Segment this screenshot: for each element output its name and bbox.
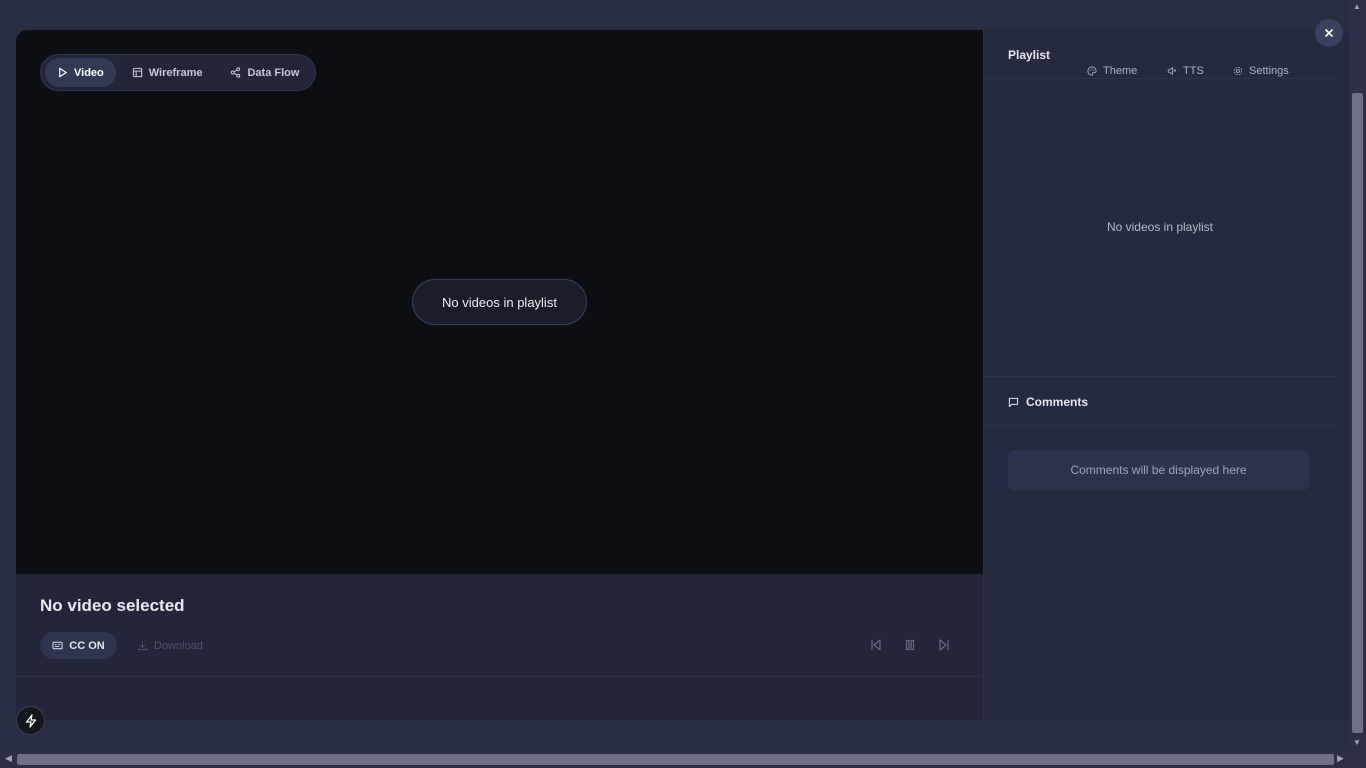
horizontal-scroll-thumb[interactable] [17,754,1334,765]
layout-icon [132,67,142,78]
tab-video-label: Video [74,66,104,79]
skip-forward-icon[interactable] [937,638,951,652]
tab-theme-label: Theme [1103,65,1138,77]
play-icon [59,67,67,78]
share-icon [231,67,241,78]
view-tabs: Video Wireframe Data Flow [40,54,317,91]
tab-video[interactable]: Video [45,58,116,87]
tab-data-flow-label: Data Flow [247,66,300,79]
palette-icon [1087,66,1097,76]
gear-icon [1233,66,1243,76]
tab-data-flow[interactable]: Data Flow [218,58,311,87]
download-button[interactable]: Download [137,632,203,659]
playlist-empty-message: No videos in playlist [1106,220,1214,234]
close-icon [1325,29,1333,37]
scroll-left-icon[interactable]: ◀ [5,753,12,764]
scroll-down-icon[interactable]: ▼ [1353,738,1361,747]
tab-settings-label: Settings [1249,65,1289,77]
comments-placeholder: Comments will be displayed here [1008,450,1309,490]
comments-header: Comments [984,376,1336,426]
pause-icon[interactable] [903,638,917,652]
scroll-right-icon[interactable]: ▶ [1337,753,1344,764]
comments-title-row: Comments [1008,395,1088,409]
player-empty-message: No videos in playlist [412,279,587,325]
download-icon [137,641,148,651]
tab-tts-label: TTS [1183,65,1204,77]
cc-button[interactable]: CC ON [40,632,117,659]
quick-action-button[interactable] [16,706,45,735]
scroll-up-icon[interactable]: ▲ [1353,2,1361,11]
sidebar-panel: Playlist Theme TTS Settings No videos in… [983,30,1349,720]
tab-theme[interactable]: Theme [1087,65,1137,77]
tab-settings[interactable]: Settings [1233,65,1289,77]
download-label: Download [154,639,203,652]
playlist-title: Playlist [1008,48,1051,62]
lightning-icon [25,713,36,728]
scrollbar-corner [1349,751,1366,768]
playlist-header: Playlist Theme TTS Settings [984,30,1336,79]
comment-icon [1008,397,1019,407]
vertical-scroll-thumb[interactable] [1352,93,1363,733]
video-player[interactable]: Video Wireframe Data Flow No videos in p… [16,30,983,574]
skip-back-icon[interactable] [869,638,883,652]
tab-wireframe[interactable]: Wireframe [120,58,215,87]
tab-tts[interactable]: TTS [1167,65,1204,77]
comments-title: Comments [1026,395,1089,409]
video-info: No video selected CC ON Download [16,574,983,677]
close-button[interactable] [1315,19,1343,47]
tab-wireframe-label: Wireframe [148,66,203,79]
captions-icon [52,641,63,650]
video-title: No video selected [40,596,185,615]
cc-label: CC ON [69,639,105,652]
vertical-scrollbar[interactable]: ▲ ▼ [1349,0,1366,751]
video-modal: Video Wireframe Data Flow No videos in p… [16,30,1349,720]
horizontal-scrollbar[interactable]: ◀ ▶ [0,751,1349,768]
speaker-icon [1167,66,1177,76]
